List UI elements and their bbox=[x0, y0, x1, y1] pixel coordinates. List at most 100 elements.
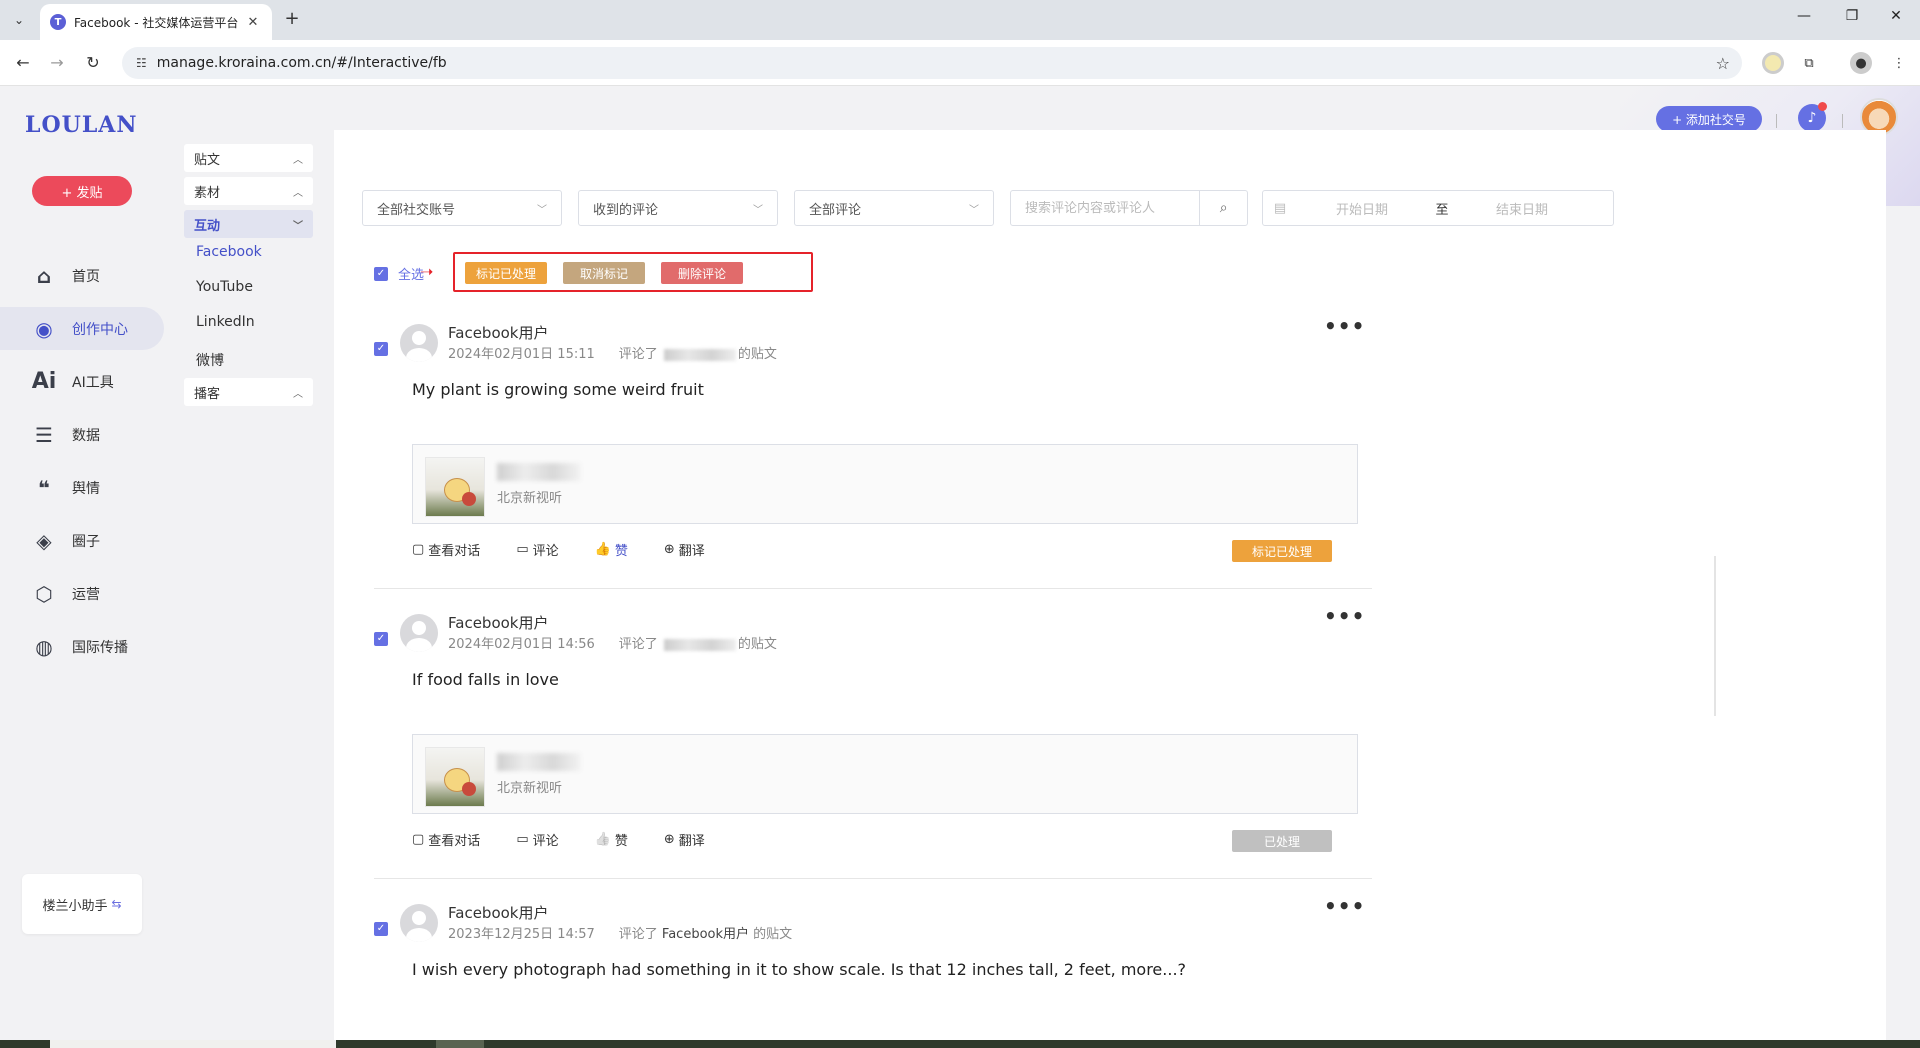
subnav-group-posts[interactable]: 贴文 ︿ bbox=[184, 144, 313, 172]
comment-action[interactable]: ▭ 评论 bbox=[516, 540, 558, 559]
more-options-icon[interactable]: ••• bbox=[1324, 894, 1365, 918]
nav-label: 运营 bbox=[72, 586, 100, 603]
comment-checkbox[interactable]: ✓ bbox=[374, 632, 388, 646]
close-tab-icon[interactable]: ✕ bbox=[244, 15, 262, 30]
new-tab-button[interactable]: + bbox=[280, 8, 304, 32]
mark-processed-button[interactable]: 标记已处理 bbox=[465, 262, 547, 284]
nav-item-operations[interactable]: ⬡ 运营 bbox=[0, 572, 164, 615]
assistant-label: 楼兰小助手 bbox=[42, 898, 108, 914]
more-options-icon[interactable]: ••• bbox=[1324, 604, 1365, 628]
add-social-account-button[interactable]: + 添加社交号 bbox=[1656, 106, 1762, 132]
reload-button[interactable]: ↻ bbox=[80, 50, 106, 76]
comment-user[interactable]: Facebook用户 bbox=[448, 322, 548, 343]
search-icon[interactable]: ⌕ bbox=[1199, 191, 1247, 225]
translate-action[interactable]: ⊕ 翻译 bbox=[664, 830, 705, 849]
more-options-icon[interactable]: ••• bbox=[1324, 314, 1365, 338]
view-dialog-action[interactable]: ▢ 查看对话 bbox=[412, 540, 480, 559]
comment-search-input[interactable] bbox=[1011, 200, 1200, 216]
bookmark-star-icon[interactable]: ☆ bbox=[1716, 54, 1730, 73]
site-info-icon[interactable]: ☷ bbox=[136, 56, 147, 70]
profile-icon[interactable]: ● bbox=[1850, 52, 1872, 74]
post-button[interactable]: + 发贴 bbox=[32, 176, 132, 206]
subnav-link-facebook[interactable]: Facebook bbox=[196, 244, 262, 260]
browser-menu-icon[interactable]: ⋮ bbox=[1888, 52, 1910, 74]
nav-item-international[interactable]: ◍ 国际传播 bbox=[0, 625, 164, 668]
chevron-down-icon: ﹀ bbox=[753, 204, 763, 216]
delete-comments-button[interactable]: 删除评论 bbox=[661, 262, 743, 284]
taskbar-app[interactable] bbox=[436, 1040, 484, 1048]
comment-checkbox[interactable]: ✓ bbox=[374, 922, 388, 936]
subnav-group-interaction[interactable]: 互动 ﹀ bbox=[184, 210, 313, 238]
post-preview-card[interactable]: 北京新视听 bbox=[412, 444, 1358, 524]
comment-action[interactable]: ▭ 评论 bbox=[516, 830, 558, 849]
comment-item: ✓ Facebook用户 2023年12月25日 14:57 评论了 Facebo… bbox=[374, 884, 1372, 1040]
comment-actions: ▢ 查看对话 ▭ 评论 👍 赞 ⊕ 翻译 bbox=[412, 540, 741, 559]
nav-item-creation-center[interactable]: ◉ 创作中心 bbox=[0, 307, 164, 350]
date-separator: 至 bbox=[1435, 202, 1449, 218]
back-button[interactable]: ← bbox=[10, 50, 36, 76]
main-content: 全部社交账号 ﹀ 收到的评论 ﹀ 全部评论 ﹀ ⌕ ▤ 开始日期 至 结束日期 … bbox=[334, 130, 1886, 1040]
comment-text: I wish every photograph had something in… bbox=[412, 960, 1187, 979]
tab-search-button[interactable]: ⌄ bbox=[6, 8, 32, 32]
like-action[interactable]: 👍 赞 bbox=[595, 830, 628, 849]
comment-type-value: 全部评论 bbox=[809, 202, 862, 218]
chevron-up-icon: ︿ bbox=[293, 187, 303, 199]
taskbar-search[interactable] bbox=[50, 1040, 336, 1048]
chat-bubble-icon: ▢ bbox=[412, 542, 425, 557]
close-window-button[interactable]: ✕ bbox=[1876, 8, 1916, 24]
comment-user[interactable]: Facebook用户 bbox=[448, 902, 548, 923]
forward-button[interactable]: → bbox=[44, 50, 70, 76]
select-all[interactable]: ✓ 全选 bbox=[374, 264, 424, 283]
avatar bbox=[400, 904, 438, 942]
extensions-puzzle-icon[interactable]: ⧉ bbox=[1798, 52, 1820, 74]
nav-item-circles[interactable]: ◈ 圈子 bbox=[0, 519, 164, 562]
compass-icon: ◈ bbox=[36, 528, 52, 553]
comment-checkbox[interactable]: ✓ bbox=[374, 342, 388, 356]
thumbs-up-icon: 👍 bbox=[594, 542, 611, 557]
account-select[interactable]: 全部社交账号 ﹀ bbox=[362, 190, 562, 226]
subnav-link-linkedin[interactable]: LinkedIn bbox=[196, 314, 255, 330]
scrollbar[interactable] bbox=[1714, 556, 1716, 716]
cancel-mark-button[interactable]: 取消标记 bbox=[563, 262, 645, 284]
extension-icon[interactable] bbox=[1762, 52, 1784, 74]
like-action[interactable]: 👍 赞 bbox=[595, 540, 628, 559]
ai-icon: Ai bbox=[31, 369, 57, 394]
view-dialog-label: 查看对话 bbox=[428, 544, 481, 559]
translate-action[interactable]: ⊕ 翻译 bbox=[664, 540, 705, 559]
like-label: 赞 bbox=[614, 544, 628, 559]
assistant-widget[interactable]: 楼兰小助手 ⇆ bbox=[22, 874, 142, 934]
subnav-group-podcast[interactable]: 播客 ︿ bbox=[184, 378, 313, 406]
nav-item-home[interactable]: ⌂ 首页 bbox=[0, 254, 164, 297]
post-preview-card[interactable]: 北京新视听 bbox=[412, 734, 1358, 814]
nav-item-ai-tools[interactable]: Ai AI工具 bbox=[0, 360, 164, 403]
bulk-actions-highlight: 标记已处理 取消标记 删除评论 bbox=[453, 252, 813, 292]
end-date[interactable]: 结束日期 bbox=[1457, 199, 1587, 218]
account-select-value: 全部社交账号 bbox=[377, 202, 456, 218]
restore-button[interactable]: ❐ bbox=[1832, 8, 1872, 24]
nav-item-sentiment[interactable]: ❝ 舆情 bbox=[0, 466, 164, 509]
subnav-link-youtube[interactable]: YouTube bbox=[196, 279, 253, 295]
blurred-account bbox=[663, 348, 736, 361]
subnav-group-materials[interactable]: 素材 ︿ bbox=[184, 177, 313, 205]
nav-item-data[interactable]: ☰ 数据 bbox=[0, 413, 164, 456]
received-comments-select[interactable]: 收到的评论 ﹀ bbox=[578, 190, 778, 226]
logo[interactable]: LOULAN bbox=[25, 112, 137, 138]
comment-type-select[interactable]: 全部评论 ﹀ bbox=[794, 190, 994, 226]
minimize-button[interactable]: — bbox=[1784, 8, 1824, 24]
browser-tab[interactable]: T Facebook - 社交媒体运营平台 ✕ bbox=[40, 4, 272, 40]
view-dialog-action[interactable]: ▢ 查看对话 bbox=[412, 830, 480, 849]
translate-label: 翻译 bbox=[678, 834, 705, 849]
commented-target[interactable]: Facebook用户 bbox=[662, 927, 749, 942]
subnav-link-weibo[interactable]: 微博 bbox=[196, 350, 224, 370]
start-date[interactable]: 开始日期 bbox=[1297, 199, 1427, 218]
mark-processed-button[interactable]: 标记已处理 bbox=[1232, 540, 1332, 562]
post-thumbnail bbox=[425, 747, 485, 807]
processed-status-badge: 已处理 bbox=[1232, 830, 1332, 852]
post-thumbnail bbox=[425, 457, 485, 517]
date-range-picker[interactable]: ▤ 开始日期 至 结束日期 bbox=[1262, 190, 1614, 226]
select-all-checkbox[interactable]: ✓ bbox=[374, 266, 388, 281]
url-field[interactable]: ☷ manage.kroraina.com.cn/#/Interactive/f… bbox=[122, 47, 1742, 79]
post-of-label: 的贴文 bbox=[737, 637, 777, 652]
comment-user[interactable]: Facebook用户 bbox=[448, 612, 548, 633]
post-source: 北京新视听 bbox=[497, 781, 563, 796]
